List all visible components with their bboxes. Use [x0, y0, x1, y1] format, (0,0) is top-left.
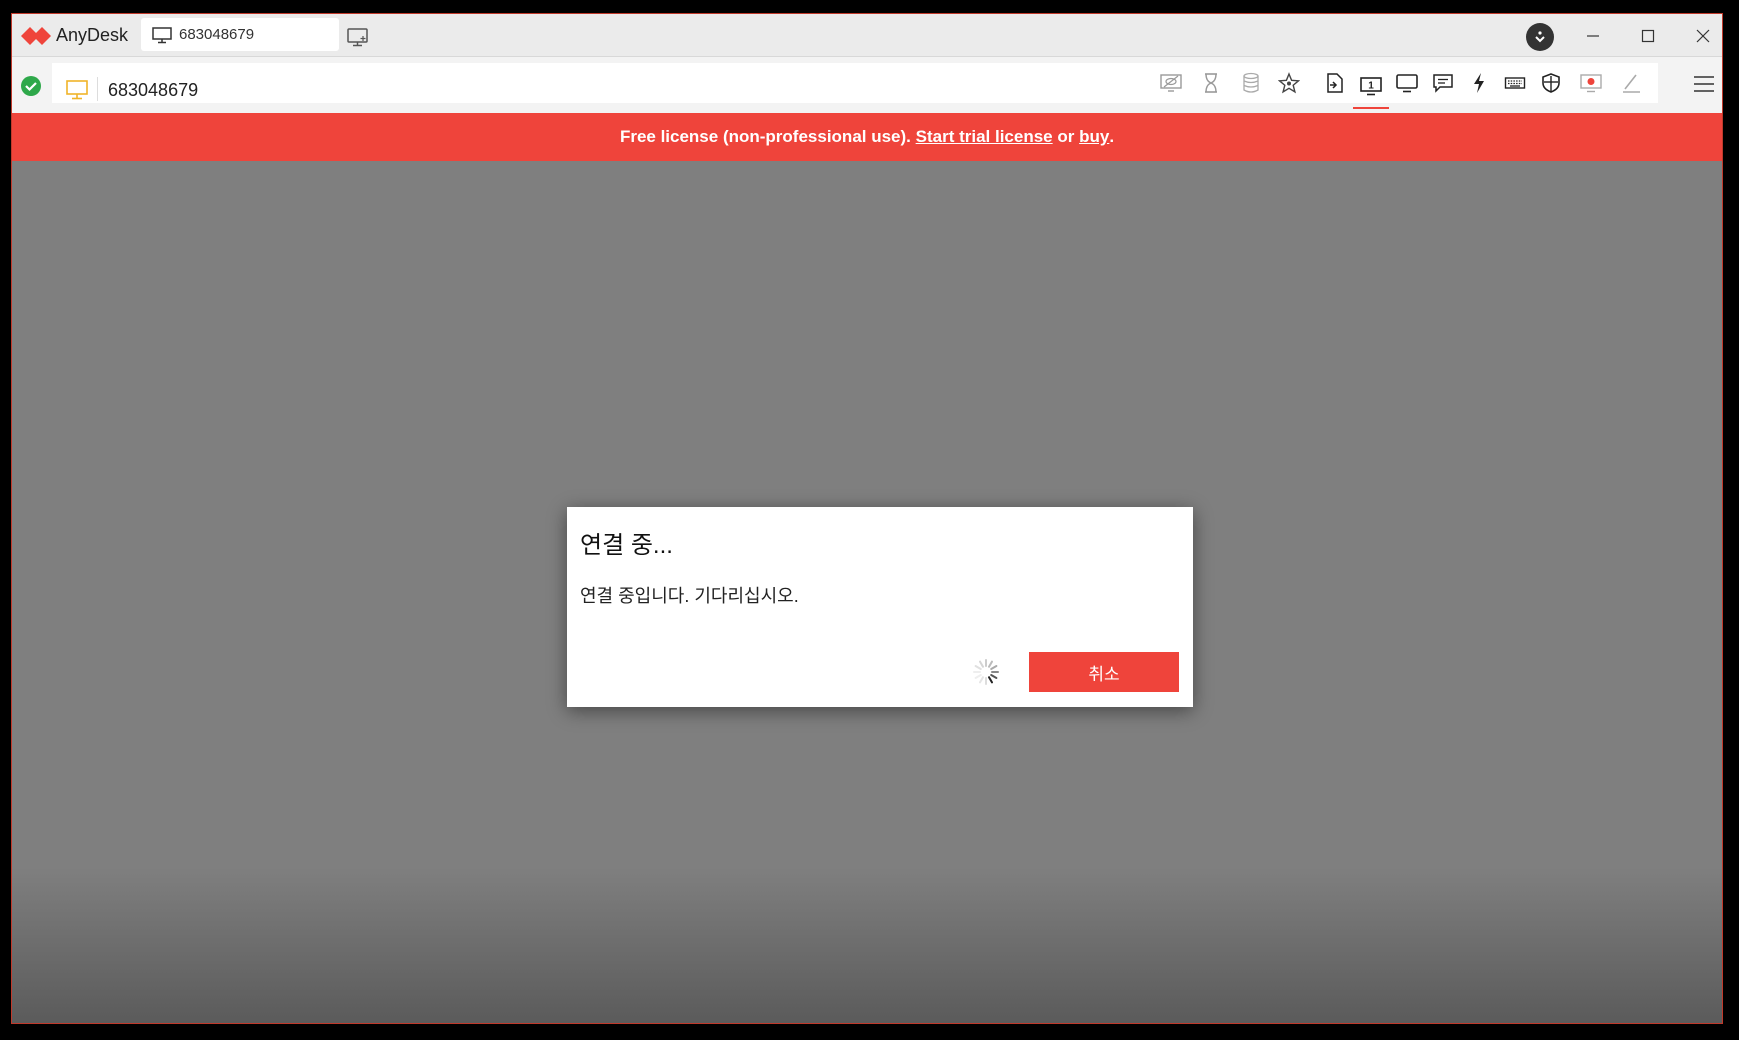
privacy-mode-button[interactable] [1153, 65, 1189, 101]
chat-icon [1433, 74, 1453, 93]
license-end-text: . [1109, 127, 1115, 146]
permissions-button[interactable] [1533, 65, 1569, 101]
minimize-icon [1587, 35, 1599, 37]
connecting-dialog: 연결 중... 연결 중입니다. 기다리십시오. 취소 [567, 507, 1193, 707]
display-button[interactable] [1389, 65, 1425, 101]
file-transfer-button[interactable] [1317, 65, 1353, 101]
record-icon [1580, 74, 1602, 93]
timer-icon [1205, 73, 1217, 93]
whiteboard-pen-icon [1623, 74, 1640, 93]
anydesk-window: AnyDesk 683048679 683048679 1 Free licen… [11, 13, 1723, 1024]
maximize-button[interactable] [1628, 22, 1668, 50]
license-text: Free license (non-professional use). [619, 127, 916, 146]
privacy-mode-icon [1160, 74, 1182, 92]
svg-text:1: 1 [1368, 81, 1374, 92]
actions-lightning-icon [1474, 73, 1484, 93]
display-icon [1396, 74, 1418, 93]
session-tab-label: 683048679 [179, 26, 255, 43]
cancel-button[interactable]: 취소 [1029, 652, 1179, 692]
chat-button[interactable] [1425, 65, 1461, 101]
connected-check-icon [21, 76, 41, 96]
database-icon [1243, 72, 1259, 93]
close-icon [1696, 29, 1710, 43]
display-1-icon: 1 [1360, 77, 1382, 96]
session-tab[interactable]: 683048679 [141, 18, 339, 51]
actions-button[interactable] [1461, 65, 1497, 101]
session-toolbar: 683048679 1 [12, 57, 1722, 113]
anydesk-logo-icon [21, 27, 51, 45]
license-banner: Free license (non-professional use). Sta… [12, 113, 1722, 161]
new-session-icon[interactable] [346, 27, 370, 47]
favorite-star-icon [1278, 72, 1300, 94]
download-arrow-icon [1535, 31, 1545, 43]
maximize-icon [1641, 29, 1655, 43]
buy-link[interactable]: buy [1079, 127, 1109, 147]
dialog-message: 연결 중입니다. 기다리십시오. [580, 586, 799, 606]
timer-button[interactable] [1193, 65, 1229, 101]
monitor-icon [152, 26, 172, 43]
favorite-button[interactable] [1271, 65, 1307, 101]
loading-spinner-icon [973, 659, 999, 685]
record-button[interactable] [1573, 65, 1609, 101]
address-separator [97, 77, 98, 101]
database-button[interactable] [1233, 65, 1269, 101]
main-menu-button[interactable] [1689, 69, 1719, 99]
close-button[interactable] [1683, 22, 1722, 50]
license-or-text: or [1052, 127, 1080, 146]
address-text: 683048679 [108, 80, 199, 100]
keyboard-icon [1504, 77, 1526, 89]
title-bar: AnyDesk 683048679 [12, 14, 1722, 57]
start-trial-link[interactable]: Start trial license [916, 127, 1053, 147]
display-1-button[interactable]: 1 [1353, 65, 1389, 109]
whiteboard-button[interactable] [1613, 65, 1649, 101]
connection-indicator[interactable] [1526, 23, 1554, 51]
hamburger-menu-icon [1694, 76, 1714, 92]
minimize-button[interactable] [1573, 22, 1613, 50]
permissions-shield-icon [1542, 73, 1560, 93]
app-name: AnyDesk [56, 25, 129, 45]
remote-monitor-icon [66, 80, 88, 100]
dialog-title: 연결 중... [580, 532, 673, 559]
address-bar[interactable]: 683048679 1 [52, 63, 1658, 109]
file-transfer-icon [1327, 73, 1343, 93]
keyboard-button[interactable] [1497, 65, 1533, 101]
